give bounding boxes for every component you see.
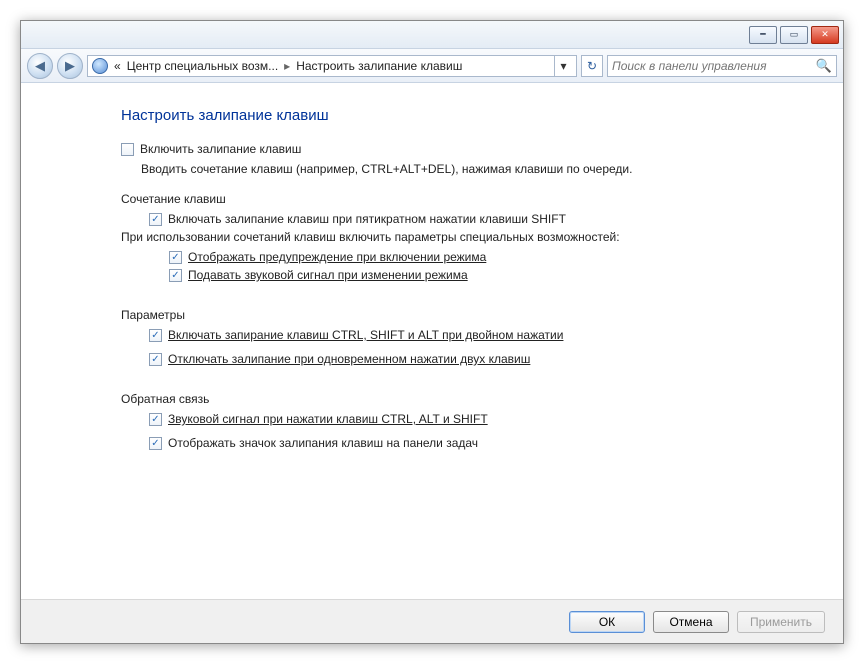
- close-button[interactable]: ✕: [811, 26, 839, 44]
- cancel-button[interactable]: Отмена: [653, 611, 729, 633]
- content: Настроить залипание клавиш Включить зали…: [21, 83, 843, 474]
- forward-button[interactable]: ▶: [57, 53, 83, 79]
- label-show-warning: Отображать предупреждение при включении …: [188, 250, 486, 264]
- label-play-sound: Подавать звуковой сигнал при изменении р…: [188, 268, 468, 282]
- apply-button[interactable]: Применить: [737, 611, 825, 633]
- maximize-button[interactable]: ▭: [780, 26, 808, 44]
- section-params: Параметры: [121, 308, 803, 322]
- back-button[interactable]: ◀: [27, 53, 53, 79]
- navbar: ◀ ▶ « Центр специальных возм... ▸ Настро…: [21, 49, 843, 83]
- section-shortcut: Сочетание клавиш: [121, 192, 803, 206]
- page-title: Настроить залипание клавиш: [121, 107, 803, 124]
- titlebar: ━ ▭ ✕: [21, 21, 843, 49]
- breadcrumb-item-1[interactable]: Центр специальных возм...: [127, 59, 278, 73]
- control-panel-icon: [92, 58, 108, 74]
- chevron-right-icon: ▸: [284, 59, 290, 73]
- breadcrumb-dropdown[interactable]: ▾: [554, 55, 572, 77]
- label-lock-modifier: Включать запирание клавиш CTRL, SHIFT и …: [168, 328, 563, 342]
- label-tray-icon: Отображать значок залипания клавиш на па…: [168, 436, 478, 450]
- checkbox-play-sound[interactable]: ✓: [169, 269, 182, 282]
- label-shortcut-enable: Включать залипание клавиш при пятикратно…: [168, 212, 566, 226]
- checkbox-lock-modifier[interactable]: ✓: [149, 329, 162, 342]
- checkbox-turnoff-two[interactable]: ✓: [149, 353, 162, 366]
- label-enable-sticky: Включить залипание клавиш: [140, 142, 301, 156]
- checkbox-tray-icon[interactable]: ✓: [149, 437, 162, 450]
- checkbox-beep-modifier[interactable]: ✓: [149, 413, 162, 426]
- checkbox-show-warning[interactable]: ✓: [169, 251, 182, 264]
- button-bar: ОК Отмена Применить: [21, 599, 843, 643]
- search-box[interactable]: 🔍: [607, 55, 837, 77]
- search-icon: 🔍: [816, 58, 832, 74]
- shortcut-note: При использовании сочетаний клавиш включ…: [121, 230, 803, 244]
- checkbox-shortcut-enable[interactable]: ✓: [149, 213, 162, 226]
- minimize-button[interactable]: ━: [749, 26, 777, 44]
- checkbox-enable-sticky[interactable]: [121, 143, 134, 156]
- refresh-button[interactable]: ↻: [581, 55, 603, 77]
- enable-description: Вводить сочетание клавиш (например, CTRL…: [141, 162, 803, 176]
- breadcrumb-item-2[interactable]: Настроить залипание клавиш: [296, 59, 462, 73]
- ok-button[interactable]: ОК: [569, 611, 645, 633]
- section-feedback: Обратная связь: [121, 392, 803, 406]
- label-turnoff-two: Отключать залипание при одновременном на…: [168, 352, 530, 366]
- breadcrumb[interactable]: « Центр специальных возм... ▸ Настроить …: [87, 55, 577, 77]
- breadcrumb-prefix: «: [114, 59, 121, 73]
- label-beep-modifier: Звуковой сигнал при нажатии клавиш CTRL,…: [168, 412, 488, 426]
- search-input[interactable]: [612, 59, 816, 73]
